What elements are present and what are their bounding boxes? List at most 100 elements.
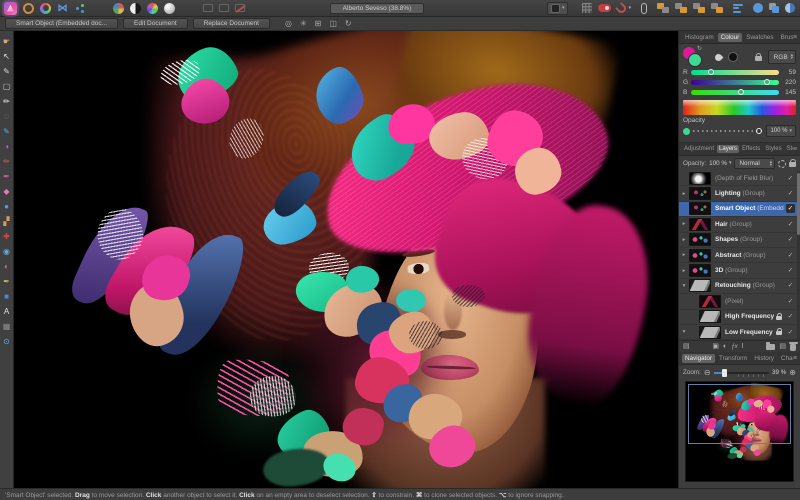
split-view-icon[interactable]	[203, 4, 213, 12]
erase-tool[interactable]: ◆	[0, 184, 13, 199]
visibility-checkbox[interactable]: ✓	[786, 220, 795, 229]
move-tool[interactable]: ↖	[0, 49, 13, 64]
layer-row-abstract[interactable]: ▸Abstract (Group)✓	[679, 248, 800, 263]
layer-thumbnail[interactable]	[689, 202, 711, 215]
primary-colour-swatch[interactable]	[688, 53, 702, 67]
marquee-tool[interactable]: ◌	[0, 109, 13, 124]
vector-brush-tool[interactable]: ✒	[0, 169, 13, 184]
tab-swatches[interactable]: Swatches	[743, 33, 776, 42]
flood-fill-tool[interactable]: ●	[0, 199, 13, 214]
layer-row-high-frequency[interactable]: High Frequency (Pixel)✓	[679, 310, 800, 325]
visibility-checkbox[interactable]: ✓	[786, 204, 795, 213]
grid-icon[interactable]	[582, 3, 592, 13]
sphere-preview-icon[interactable]	[164, 3, 175, 14]
mirror-view-icon[interactable]	[219, 4, 229, 12]
view-tool[interactable]: ☛	[0, 34, 13, 49]
layer-row-shapes[interactable]: ▸Shapes (Group)✓	[679, 233, 800, 248]
zoom-out-icon[interactable]: ⊖	[704, 369, 711, 377]
selection-brush-tool[interactable]: ✏	[0, 94, 13, 109]
colour-picker-tool[interactable]: ✎	[0, 64, 13, 79]
mono-preview-icon[interactable]	[130, 3, 141, 14]
new-layer-icon[interactable]: ▤	[779, 343, 786, 350]
develop-persona-icon[interactable]	[40, 3, 51, 14]
zoom-slider[interactable]	[714, 369, 769, 377]
mesh-tool[interactable]: ▦	[0, 319, 13, 334]
insert-on-top-icon[interactable]	[711, 3, 723, 13]
insert-in-front-icon[interactable]	[675, 3, 687, 13]
add-adjustment-icon[interactable]: ◐	[723, 343, 727, 350]
add-effects-icon[interactable]: ƒx	[731, 344, 737, 350]
tab-effects[interactable]: Effects	[740, 145, 762, 153]
liquify-persona-icon[interactable]	[23, 3, 34, 14]
green-slider-handle[interactable]	[764, 79, 770, 85]
tab-adjustment[interactable]: Adjustment	[682, 145, 716, 153]
tab-channels[interactable]: Channels	[778, 354, 793, 363]
visibility-checkbox[interactable]: ✓	[786, 297, 795, 306]
opacity-value-select[interactable]: 100 % ▾	[766, 125, 796, 137]
layer-thumbnail[interactable]	[689, 172, 711, 185]
expand-right-icon[interactable]: ▸	[681, 221, 687, 227]
delete-layer-icon[interactable]	[790, 344, 796, 351]
lock-icon[interactable]	[755, 56, 762, 61]
panel-menu-icon[interactable]: ≡	[793, 355, 797, 362]
zoom-in-icon[interactable]: ⊕	[789, 369, 796, 377]
tone-mapping-persona-icon[interactable]: ⋈	[57, 3, 68, 14]
visibility-checkbox[interactable]: ✓	[786, 328, 795, 337]
blue-slider[interactable]	[691, 90, 779, 95]
panel-menu-icon[interactable]: ≡	[793, 146, 797, 153]
gear-icon[interactable]: ◎	[285, 20, 292, 28]
preview-icon[interactable]: ◫	[329, 20, 337, 28]
layer-row-low-frequency[interactable]: ▾Low Frequency (Pixel)✓	[679, 325, 800, 340]
zoom-fit-icon[interactable]: ⊞	[315, 20, 322, 28]
layer-row-3d[interactable]: ▸3D (Group)✓	[679, 263, 800, 278]
expand-right-icon[interactable]: ▸	[681, 252, 687, 258]
stepper-icon[interactable]: ▴▾	[791, 54, 793, 59]
blur-tool[interactable]: ◉	[0, 244, 13, 259]
geometry-divide-icon[interactable]	[785, 3, 795, 13]
paint-brush-tool[interactable]: ✎	[0, 124, 13, 139]
export-persona-icon[interactable]	[74, 3, 85, 14]
stepper-icon[interactable]: ▴▾	[770, 161, 772, 166]
healing-tool[interactable]: ✚	[0, 229, 13, 244]
layer-thumbnail[interactable]	[689, 279, 711, 292]
new-group-icon[interactable]	[766, 344, 775, 350]
layer-row-lighting[interactable]: ▸Lighting (Group)✓	[679, 186, 800, 201]
pen-tool[interactable]: ✒	[0, 274, 13, 289]
insert-behind-icon[interactable]	[657, 3, 669, 13]
add-text-icon[interactable]: I	[742, 343, 744, 350]
tab-layers[interactable]: Layers	[717, 145, 739, 153]
crop-tool[interactable]: ▢	[0, 79, 13, 94]
red-slider[interactable]	[691, 70, 779, 75]
tab-histogram[interactable]: Histogram	[682, 33, 717, 42]
gear-icon[interactable]	[778, 160, 786, 168]
opacity-slider-handle[interactable]	[756, 128, 762, 134]
canvas[interactable]	[14, 31, 678, 488]
pixel-tool[interactable]: ✏	[0, 154, 13, 169]
layer-thumbnail[interactable]	[689, 249, 711, 262]
add-mask-icon[interactable]: ▣	[712, 343, 719, 350]
tab-colour[interactable]: Colour	[718, 33, 743, 42]
expand-right-icon[interactable]: ▸	[681, 191, 687, 197]
eyedropper-icon[interactable]	[714, 52, 724, 62]
visibility-checkbox[interactable]: ✓	[786, 312, 795, 321]
blue-slider-handle[interactable]	[738, 89, 744, 95]
blend-mode-select[interactable]: Normal ▴▾	[734, 158, 775, 169]
edit-document-button[interactable]: Edit Document	[123, 18, 188, 29]
panel-menu-icon[interactable]: ≡	[793, 34, 797, 41]
applied-colour-swatch[interactable]	[728, 52, 738, 62]
visibility-checkbox[interactable]: ✓	[786, 266, 795, 275]
swap-colours-icon[interactable]: ↻	[697, 45, 702, 52]
layer-row-retouching[interactable]: ▾Retouching (Group)✓	[679, 279, 800, 294]
visibility-checkbox[interactable]: ✓	[786, 235, 795, 244]
tab-styles[interactable]: Styles	[763, 145, 783, 153]
tab-brushes[interactable]: Brushes	[778, 33, 793, 42]
expand-right-icon[interactable]: ▸	[681, 268, 687, 274]
visibility-checkbox[interactable]: ✓	[786, 251, 795, 260]
blend-options-icon[interactable]: ▤	[683, 343, 690, 350]
tab-stock[interactable]: Stock	[785, 145, 793, 153]
geometry-add-icon[interactable]	[753, 3, 763, 13]
colour-replacement-tool[interactable]: ◑	[0, 139, 13, 154]
expand-down-icon[interactable]: ▾	[681, 283, 687, 289]
layer-row-smart-object[interactable]: Smart Object (Embedded docume✓	[679, 202, 800, 217]
layers-opacity-select[interactable]: 100 % ▾	[709, 160, 731, 167]
